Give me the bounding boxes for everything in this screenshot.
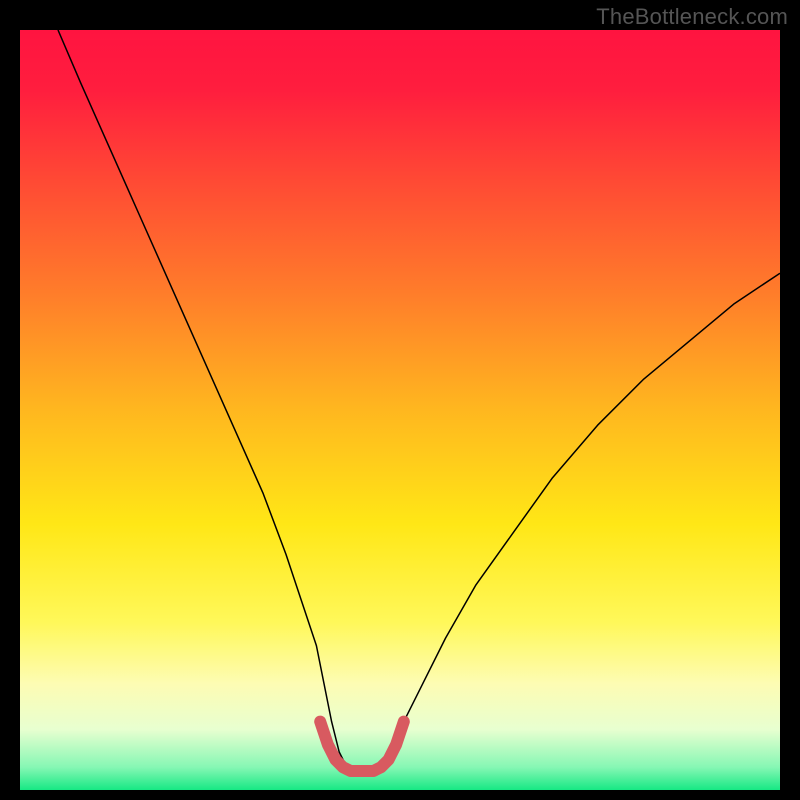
chart-background <box>20 30 780 790</box>
chart-svg <box>20 30 780 790</box>
watermark-text: TheBottleneck.com <box>596 4 788 30</box>
chart-frame <box>20 30 780 790</box>
